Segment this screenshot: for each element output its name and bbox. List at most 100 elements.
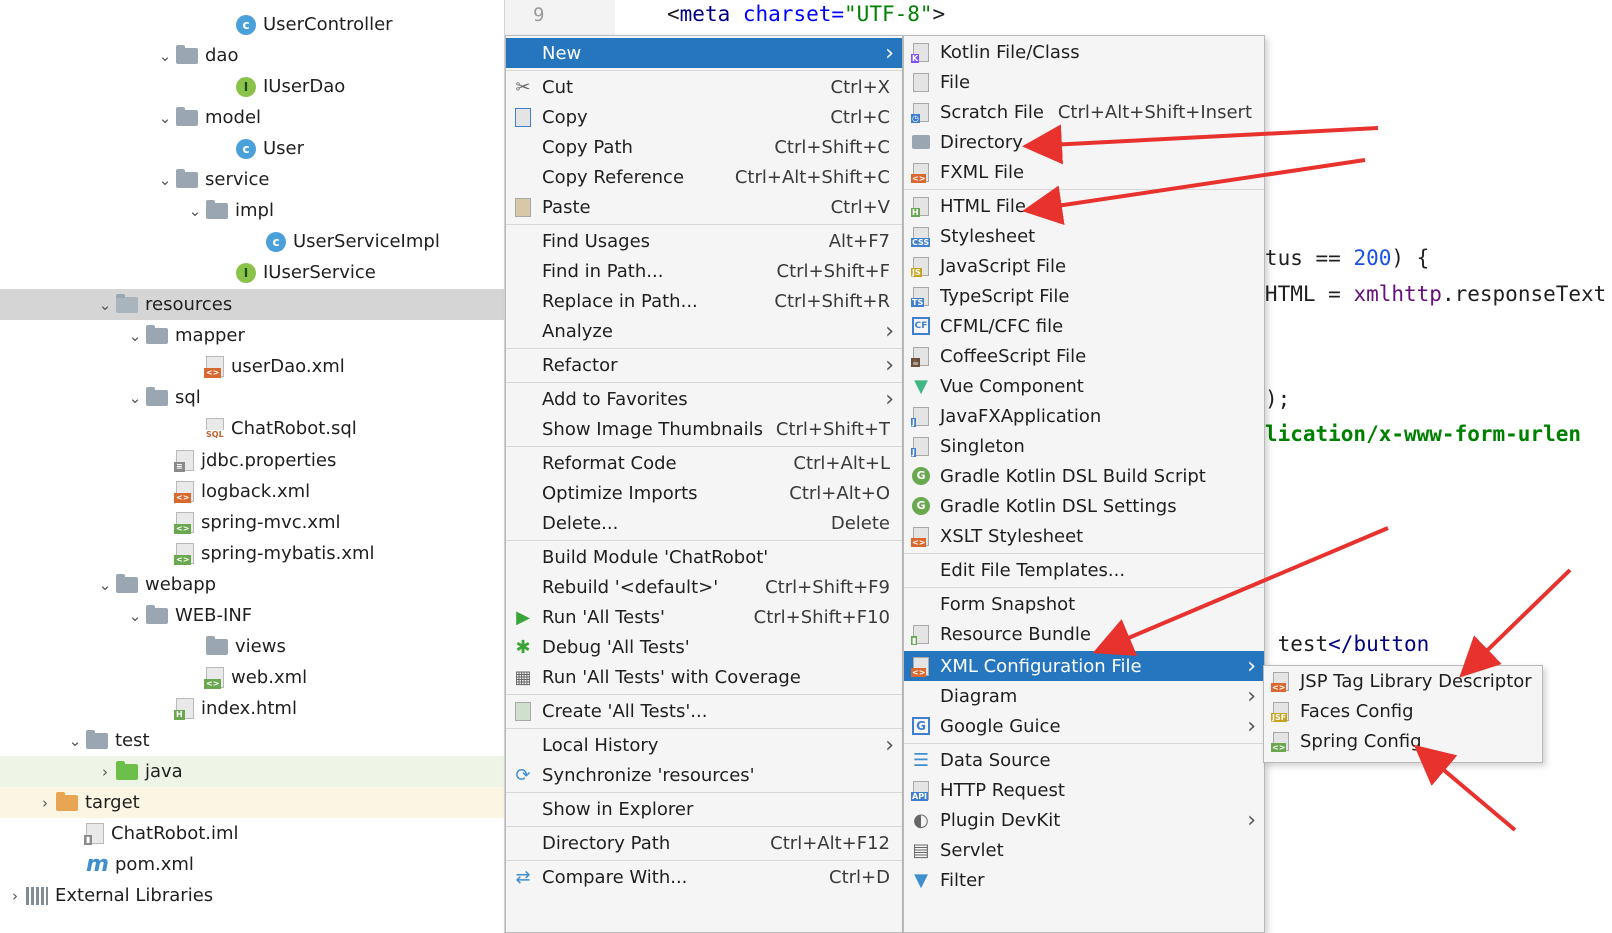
- tree-item[interactable]: <> logback.xml: [0, 476, 504, 507]
- menu-item-delete[interactable]: Delete... Delete: [506, 508, 902, 538]
- menu-item-create-all-tests[interactable]: Create 'All Tests'...: [506, 696, 902, 726]
- menu-item-javascript-file[interactable]: JS JavaScript File: [904, 251, 1264, 281]
- tree-item[interactable]: ⌄ model: [0, 102, 504, 133]
- expand-arrow-icon[interactable]: ⌄: [124, 327, 146, 345]
- menu-item-directory[interactable]: Directory: [904, 127, 1264, 157]
- tree-item[interactable]: c UserController: [0, 9, 504, 40]
- menu-item-http-request[interactable]: API HTTP Request: [904, 775, 1264, 805]
- tree-item[interactable]: ⌄ mapper: [0, 320, 504, 351]
- tree-item[interactable]: <> spring-mvc.xml: [0, 507, 504, 538]
- menu-item-filter[interactable]: ▼ Filter: [904, 865, 1264, 895]
- menu-item-run-all-tests[interactable]: ▶ Run 'All Tests' Ctrl+Shift+F10: [506, 602, 902, 632]
- tree-item[interactable]: › External Libraries: [0, 880, 504, 911]
- tree-item[interactable]: ⌄ resources: [0, 289, 504, 320]
- menu-item-form-snapshot[interactable]: Form Snapshot: [904, 589, 1264, 619]
- menu-item-replace-in-path[interactable]: Replace in Path... Ctrl+Shift+R: [506, 286, 902, 316]
- tree-item[interactable]: m pom.xml: [0, 849, 504, 880]
- menu-item-find-in-path[interactable]: Find in Path... Ctrl+Shift+F: [506, 256, 902, 286]
- menu-item-singleton[interactable]: J Singleton: [904, 431, 1264, 461]
- menu-item-build-module-chatrobot[interactable]: Build Module 'ChatRobot': [506, 542, 902, 572]
- menu-item-spring-config[interactable]: <> Spring Config: [1264, 726, 1542, 756]
- menu-item-compare-with[interactable]: ⇄ Compare With... Ctrl+D: [506, 862, 902, 892]
- tree-item[interactable]: SQL ChatRobot.sql: [0, 413, 504, 444]
- menu-item-refactor[interactable]: Refactor ›: [506, 350, 902, 380]
- menu-item-cfml-cfc-file[interactable]: CF CFML/CFC file: [904, 311, 1264, 341]
- menu-item-servlet[interactable]: ▤ Servlet: [904, 835, 1264, 865]
- menu-item-show-in-explorer[interactable]: Show in Explorer: [506, 794, 902, 824]
- expand-arrow-icon[interactable]: ⌄: [64, 732, 86, 750]
- tree-item[interactable]: Hindex.html: [0, 693, 504, 724]
- expand-arrow-icon[interactable]: ⌄: [154, 109, 176, 127]
- menu-item-xslt-stylesheet[interactable]: <> XSLT Stylesheet: [904, 521, 1264, 551]
- menu-item-plugin-devkit[interactable]: ◐ Plugin DevKit ›: [904, 805, 1264, 835]
- tree-item[interactable]: ≡ jdbc.properties: [0, 445, 504, 476]
- menu-item-add-to-favorites[interactable]: Add to Favorites ›: [506, 384, 902, 414]
- expand-arrow-icon[interactable]: ›: [4, 887, 26, 905]
- menu-item-debug-all-tests[interactable]: ✱ Debug 'All Tests': [506, 632, 902, 662]
- menu-item-reformat-code[interactable]: Reformat Code Ctrl+Alt+L: [506, 448, 902, 478]
- menu-item-jsp-tag-library-descriptor[interactable]: <> JSP Tag Library Descriptor: [1264, 666, 1542, 696]
- menu-item-faces-config[interactable]: JSF Faces Config: [1264, 696, 1542, 726]
- menu-item-optimize-imports[interactable]: Optimize Imports Ctrl+Alt+O: [506, 478, 902, 508]
- expand-arrow-icon[interactable]: ⌄: [184, 202, 206, 220]
- tree-item[interactable]: c User: [0, 133, 504, 164]
- menu-item-find-usages[interactable]: Find Usages Alt+F7: [506, 226, 902, 256]
- expand-arrow-icon[interactable]: ⌄: [124, 389, 146, 407]
- menu-item-diagram[interactable]: Diagram ›: [904, 681, 1264, 711]
- menu-item-scratch-file[interactable]: ◷ Scratch File Ctrl+Alt+Shift+Insert: [904, 97, 1264, 127]
- menu-item-vue-component[interactable]: ▼ Vue Component: [904, 371, 1264, 401]
- menu-item-cut[interactable]: ✂ Cut Ctrl+X: [506, 72, 902, 102]
- menu-item-typescript-file[interactable]: TS TypeScript File: [904, 281, 1264, 311]
- menu-item-directory-path[interactable]: Directory Path Ctrl+Alt+F12: [506, 828, 902, 858]
- menu-item-coffeescript-file[interactable]: ☕ CoffeeScript File: [904, 341, 1264, 371]
- tree-item[interactable]: ⌄ webapp: [0, 569, 504, 600]
- menu-item-show-image-thumbnails[interactable]: Show Image Thumbnails Ctrl+Shift+T: [506, 414, 902, 444]
- menu-item-gradle-kotlin-dsl-settings[interactable]: G Gradle Kotlin DSL Settings: [904, 491, 1264, 521]
- expand-arrow-icon[interactable]: ⌄: [154, 47, 176, 65]
- menu-item-copy-path[interactable]: Copy Path Ctrl+Shift+C: [506, 132, 902, 162]
- tree-item[interactable]: ▮ ChatRobot.iml: [0, 818, 504, 849]
- expand-arrow-icon[interactable]: ⌄: [94, 296, 116, 314]
- menu-item-resource-bundle[interactable]: ▮ Resource Bundle: [904, 619, 1264, 649]
- menu-item-edit-file-templates[interactable]: Edit File Templates...: [904, 555, 1264, 585]
- menu-item-javafxapplication[interactable]: J JavaFXApplication: [904, 401, 1264, 431]
- menu-item-kotlin-file-class[interactable]: K Kotlin File/Class: [904, 37, 1264, 67]
- tree-item[interactable]: views: [0, 631, 504, 662]
- tree-item[interactable]: I IUserService: [0, 257, 504, 288]
- expand-arrow-icon[interactable]: ⌄: [94, 576, 116, 594]
- tree-item[interactable]: <> web.xml: [0, 662, 504, 693]
- tree-item[interactable]: ⌄ test: [0, 725, 504, 756]
- expand-arrow-icon[interactable]: ›: [94, 763, 116, 781]
- menu-item-paste[interactable]: Paste Ctrl+V: [506, 192, 902, 222]
- tree-item[interactable]: ⌄ dao: [0, 40, 504, 71]
- menu-item-analyze[interactable]: Analyze ›: [506, 316, 902, 346]
- expand-arrow-icon[interactable]: ›: [34, 794, 56, 812]
- menu-item-data-source[interactable]: ☰ Data Source: [904, 745, 1264, 775]
- tree-item[interactable]: › java: [0, 756, 504, 787]
- tree-item[interactable]: I IUserDao: [0, 71, 504, 102]
- menu-item-copy[interactable]: Copy Ctrl+C: [506, 102, 902, 132]
- tree-item[interactable]: ⌄ WEB-INF: [0, 600, 504, 631]
- menu-item-gradle-kotlin-dsl-build-script[interactable]: G Gradle Kotlin DSL Build Script: [904, 461, 1264, 491]
- expand-arrow-icon[interactable]: ⌄: [124, 607, 146, 625]
- menu-item-html-file[interactable]: H HTML File: [904, 191, 1264, 221]
- tree-item[interactable]: ⌄ sql: [0, 382, 504, 413]
- menu-item-stylesheet[interactable]: CSS Stylesheet: [904, 221, 1264, 251]
- tree-item[interactable]: <> userDao.xml: [0, 351, 504, 382]
- menu-item-fxml-file[interactable]: <> FXML File: [904, 157, 1264, 187]
- menu-item-run-all-tests-with-coverage[interactable]: ▦ Run 'All Tests' with Coverage: [506, 662, 902, 692]
- menu-item-copy-reference[interactable]: Copy Reference Ctrl+Alt+Shift+C: [506, 162, 902, 192]
- tree-item[interactable]: › target: [0, 787, 504, 818]
- menu-item-rebuild-default[interactable]: Rebuild '<default>' Ctrl+Shift+F9: [506, 572, 902, 602]
- menu-item-google-guice[interactable]: G Google Guice ›: [904, 711, 1264, 741]
- tree-item[interactable]: ⌄ impl: [0, 195, 504, 226]
- expand-arrow-icon[interactable]: ⌄: [154, 171, 176, 189]
- menu-item-local-history[interactable]: Local History ›: [506, 730, 902, 760]
- menu-item-xml-configuration-file[interactable]: <> XML Configuration File ›: [904, 651, 1264, 681]
- tree-item[interactable]: c UserServiceImpl: [0, 226, 504, 257]
- tree-item[interactable]: ⌄ service: [0, 164, 504, 195]
- menu-item-synchronize-resources[interactable]: ⟳ Synchronize 'resources': [506, 760, 902, 790]
- menu-item-new[interactable]: New ›: [506, 38, 902, 68]
- menu-item-file[interactable]: File: [904, 67, 1264, 97]
- tree-item[interactable]: <> spring-mybatis.xml: [0, 538, 504, 569]
